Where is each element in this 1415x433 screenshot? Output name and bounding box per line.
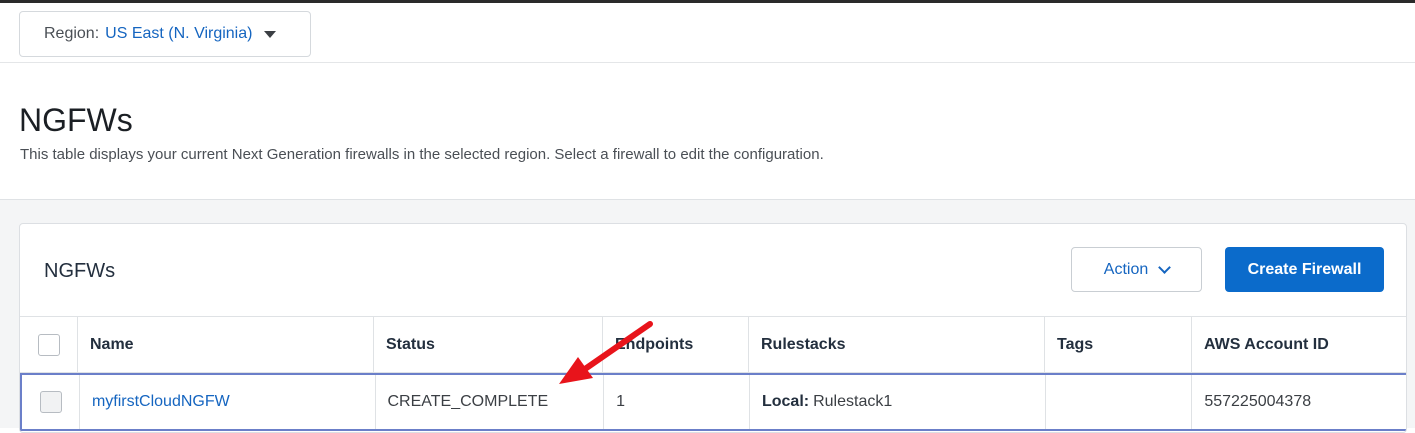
cell-rulestacks: Local: Rulestack1 [750, 375, 1046, 429]
row-checkbox[interactable] [40, 391, 62, 413]
region-value: US East (N. Virginia) [105, 25, 253, 42]
create-firewall-button[interactable]: Create Firewall [1225, 247, 1384, 292]
cell-name: myfirstCloudNGFW [80, 375, 376, 429]
chevron-down-icon [1158, 260, 1172, 274]
action-button[interactable]: Action [1071, 247, 1202, 292]
region-label: Region: [44, 25, 100, 42]
rulestack-prefix: Local: [761, 393, 810, 410]
column-header-name[interactable]: Name [78, 317, 374, 372]
rulestack-value: Rulestack1 [813, 393, 893, 410]
table-header-row: Name Status Endpoints Rulestacks Tags AW… [20, 316, 1406, 373]
page-title: NGFWs [19, 102, 133, 138]
firewall-name-link[interactable]: myfirstCloudNGFW [92, 393, 230, 411]
page-header: NGFWs This table displays your current N… [0, 64, 1415, 200]
column-header-aws-account-id[interactable]: AWS Account ID [1192, 317, 1406, 372]
caret-down-icon [264, 30, 277, 38]
select-all-checkbox[interactable] [38, 333, 60, 356]
column-header-endpoints[interactable]: Endpoints [603, 317, 749, 372]
header-select-cell [20, 317, 78, 372]
cell-aws-account-id: 557225004378 [1204, 393, 1312, 410]
cell-status: CREATE_COMPLETE [376, 375, 605, 429]
action-button-label: Action [1103, 260, 1149, 278]
cell-tags [1046, 375, 1193, 429]
column-header-tags[interactable]: Tags [1045, 317, 1192, 372]
column-header-status[interactable]: Status [374, 317, 603, 372]
region-selector[interactable]: Region: US East (N. Virginia) [19, 11, 311, 57]
page-description: This table displays your current Next Ge… [20, 146, 824, 163]
cell-endpoints: 1 [604, 375, 750, 429]
column-header-rulestacks[interactable]: Rulestacks [749, 317, 1045, 372]
card-title: NGFWs [44, 260, 116, 282]
row-select-cell [22, 375, 80, 429]
table-row[interactable]: myfirstCloudNGFW CREATE_COMPLETE 1 Local… [20, 373, 1406, 431]
ngfw-card: NGFWs Action Create Firewall Name Status… [19, 223, 1407, 433]
region-bar: Region: US East (N. Virginia) [0, 3, 1415, 63]
